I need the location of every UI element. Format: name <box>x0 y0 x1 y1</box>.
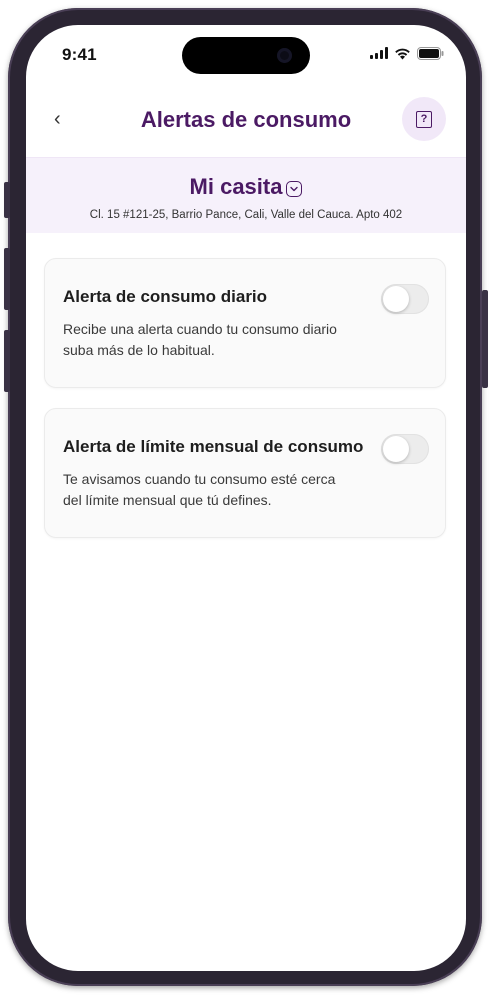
dynamic-island <box>182 37 310 74</box>
help-icon: ? <box>416 110 432 128</box>
alert-description: Recibe una alerta cuando tu consumo diar… <box>63 321 337 358</box>
power-button <box>482 290 488 388</box>
location-selector: Mi casita Cl. 15 #121-25, Barrio Pance, … <box>26 157 466 233</box>
page-title: Alertas de consumo <box>140 107 352 132</box>
alert-title: Alerta de consumo diario <box>63 287 268 306</box>
status-bar: 9:41 <box>26 25 466 79</box>
help-button[interactable]: ? <box>402 97 446 141</box>
volume-up-button <box>4 248 10 310</box>
alert-description: Te avisamos cuando tu consumo esté cerca… <box>63 471 336 508</box>
status-time: 9:41 <box>62 45 97 64</box>
status-icons <box>370 45 444 61</box>
location-address: Cl. 15 #121-25, Barrio Pance, Cali, Vall… <box>89 209 403 221</box>
alert-title: Alerta de límite mensual de consumo <box>63 437 364 456</box>
location-dropdown[interactable]: Mi casita <box>26 174 466 200</box>
battery-icon <box>417 46 444 60</box>
cellular-signal-icon <box>370 47 388 59</box>
action-button <box>4 182 10 218</box>
alert-card-daily: Alerta de consumo diario Recibe una aler… <box>44 258 446 388</box>
screen: 9:41 ‹ Alertas de consumo ? Mi casita Cl… <box>26 25 466 971</box>
wifi-icon <box>394 47 411 60</box>
alert-card-monthly-limit: Alerta de límite mensual de consumo Te a… <box>44 408 446 538</box>
monthly-limit-alert-toggle[interactable] <box>381 434 429 464</box>
chevron-down-icon <box>286 180 303 197</box>
daily-alert-toggle[interactable] <box>381 284 429 314</box>
nav-bar: ‹ Alertas de consumo ? <box>26 95 466 145</box>
toggle-knob <box>383 436 409 462</box>
toggle-knob <box>383 286 409 312</box>
front-camera-icon <box>277 48 292 63</box>
volume-down-button <box>4 330 10 392</box>
location-name: Mi casita <box>189 174 283 199</box>
